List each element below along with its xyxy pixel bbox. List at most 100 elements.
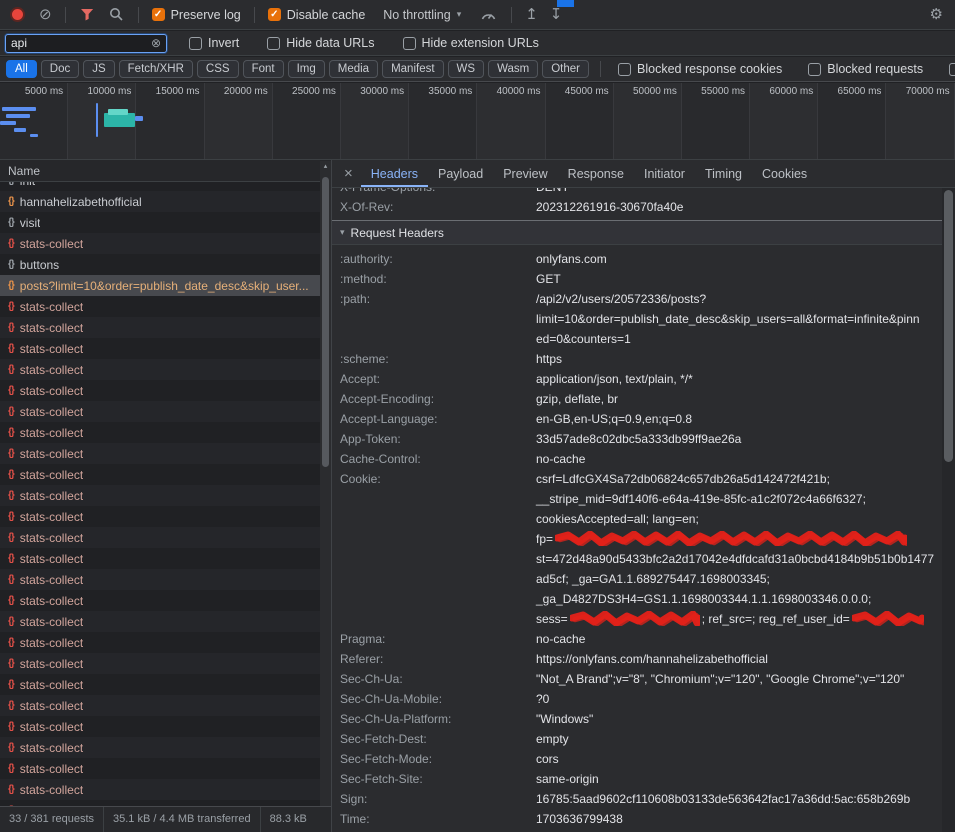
record-button[interactable] — [12, 9, 23, 20]
header-value-text: cookiesAccepted=all; lang=en; — [536, 512, 699, 526]
request-row[interactable]: {}stats-collect — [0, 695, 331, 716]
request-row[interactable]: {}stats-collect — [0, 737, 331, 758]
settings-gear-icon[interactable]: ⚙ — [930, 7, 943, 22]
filter-input[interactable]: api ⊗ — [5, 34, 167, 53]
request-row[interactable]: {}stats-collect — [0, 359, 331, 380]
request-row[interactable]: {}stats-collect — [0, 443, 331, 464]
waterfall-overview[interactable]: 5000 ms10000 ms15000 ms20000 ms25000 ms3… — [0, 83, 955, 160]
tab-cookies[interactable]: Cookies — [752, 160, 817, 187]
type-filter-all[interactable]: All — [6, 60, 37, 78]
type-filter-js[interactable]: JS — [83, 60, 114, 78]
request-row[interactable]: {}hannahelizabethofficial — [0, 191, 331, 212]
scrollbar-thumb[interactable] — [944, 190, 953, 462]
export-har-icon[interactable]: ↧ — [550, 7, 563, 22]
request-row[interactable]: {}stats-collect — [0, 338, 331, 359]
throttling-select[interactable]: No throttling ▾ — [383, 8, 461, 22]
request-row[interactable]: {}stats-collect — [0, 716, 331, 737]
tab-response[interactable]: Response — [558, 160, 634, 187]
request-row[interactable]: {}stats-collect — [0, 296, 331, 317]
hide-data-urls-toggle[interactable]: Hide data URLs — [267, 36, 374, 50]
request-row[interactable]: {}buttons — [0, 254, 331, 275]
request-row[interactable]: {}stats-collect — [0, 506, 331, 527]
checkbox-unchecked-icon[interactable] — [403, 37, 416, 50]
network-conditions-icon[interactable] — [480, 8, 497, 21]
request-name: stats-collect — [20, 363, 83, 377]
clear-icon[interactable]: ⊘ — [39, 7, 52, 22]
type-filter-img[interactable]: Img — [288, 60, 325, 78]
type-filter-font[interactable]: Font — [243, 60, 284, 78]
name-column-header[interactable]: Name — [0, 160, 331, 182]
search-icon[interactable] — [109, 7, 124, 22]
type-filter-css[interactable]: CSS — [197, 60, 239, 78]
blocked-requests-toggle[interactable]: Blocked requests — [808, 62, 923, 76]
type-filter-media[interactable]: Media — [329, 60, 378, 78]
header-value: csrf=LdfcGX4Sa72db06824c657db26a5d142472… — [536, 469, 934, 629]
request-row[interactable]: {}stats-collect — [0, 527, 331, 548]
tab-preview[interactable]: Preview — [493, 160, 557, 187]
blocked-response-cookies-toggle[interactable]: Blocked response cookies — [618, 62, 782, 76]
request-row[interactable]: {}stats-collect — [0, 422, 331, 443]
request-list-scrollbar[interactable]: ▴ — [320, 161, 331, 806]
import-har-icon[interactable]: ↥ — [525, 7, 538, 22]
header-value-text: 16785:5aad9602cf110608b03133de563642fac1… — [536, 792, 910, 806]
request-row[interactable]: {}stats-collect — [0, 233, 331, 254]
type-filter-ws[interactable]: WS — [448, 60, 485, 78]
invert-toggle[interactable]: Invert — [189, 36, 239, 50]
checkbox-unchecked-icon[interactable] — [618, 63, 631, 76]
request-row[interactable]: {}stats-collect — [0, 401, 331, 422]
request-row[interactable]: {}stats-collect — [0, 317, 331, 338]
json-braces-icon: {} — [8, 637, 14, 648]
request-row[interactable]: {}posts?limit=10&order=publish_date_desc… — [0, 275, 331, 296]
header-row: Sec-Fetch-Site:same-origin — [332, 769, 942, 789]
tab-initiator[interactable]: Initiator — [634, 160, 695, 187]
json-braces-icon: {} — [8, 301, 14, 312]
request-row[interactable]: {}stats-collect — [0, 464, 331, 485]
header-value-text: 33d57ade8c02dbc5a333db99ff9ae26a — [536, 432, 741, 446]
checkbox-unchecked-icon[interactable] — [267, 37, 280, 50]
request-row[interactable]: {}stats-collect — [0, 485, 331, 506]
tab-headers[interactable]: Headers — [361, 160, 428, 187]
request-row[interactable]: {}stats-collect — [0, 548, 331, 569]
header-name: Sec-Fetch-Dest: — [340, 729, 536, 749]
tab-payload[interactable]: Payload — [428, 160, 493, 187]
request-row[interactable]: {}stats-collect — [0, 632, 331, 653]
checkbox-checked-icon[interactable]: ✓ — [268, 8, 281, 21]
request-row[interactable]: {}stats-collect — [0, 758, 331, 779]
checkbox-unchecked-icon[interactable] — [808, 63, 821, 76]
request-row[interactable]: {}stats-collect — [0, 674, 331, 695]
request-row[interactable]: {}stats-collect — [0, 653, 331, 674]
header-value-text: "Windows" — [536, 712, 593, 726]
header-value-text: __stripe_mid=9df140f6-e64a-419e-85fc-a1c… — [536, 492, 866, 506]
type-filter-fetch-xhr[interactable]: Fetch/XHR — [119, 60, 193, 78]
checkbox-unchecked-icon[interactable] — [949, 63, 955, 76]
close-icon[interactable]: × — [344, 165, 353, 182]
type-filter-doc[interactable]: Doc — [41, 60, 79, 78]
3rd-party-requests-toggle[interactable]: 3rd-party requests — [949, 62, 955, 76]
scroll-up-icon[interactable]: ▴ — [320, 161, 331, 173]
header-name: Pragma: — [340, 629, 536, 649]
request-row[interactable]: {}stats-collect — [0, 779, 331, 800]
request-row[interactable]: {}stats-collect — [0, 611, 331, 632]
header-value: 202312261916-30670fa40e — [536, 197, 683, 217]
tab-timing[interactable]: Timing — [695, 160, 752, 187]
checkbox-unchecked-icon[interactable] — [189, 37, 202, 50]
type-filter-manifest[interactable]: Manifest — [382, 60, 443, 78]
filter-funnel-icon[interactable] — [81, 9, 94, 21]
disable-cache-toggle[interactable]: ✓ Disable cache — [268, 8, 366, 22]
header-value: empty — [536, 729, 569, 749]
clear-filter-icon[interactable]: ⊗ — [151, 36, 161, 50]
request-row[interactable]: {}visit — [0, 212, 331, 233]
request-row[interactable]: {}stats-collect — [0, 380, 331, 401]
hide-extension-urls-toggle[interactable]: Hide extension URLs — [403, 36, 539, 50]
type-filter-wasm[interactable]: Wasm — [488, 60, 538, 78]
scrollbar-thumb[interactable] — [322, 177, 329, 467]
preserve-log-toggle[interactable]: ✓ Preserve log — [152, 8, 241, 22]
request-row[interactable]: {}stats-collect — [0, 569, 331, 590]
request-row[interactable]: {}init — [0, 182, 331, 191]
request-headers-section[interactable]: ▾ Request Headers — [332, 221, 942, 245]
header-value: https — [536, 349, 562, 369]
type-filter-other[interactable]: Other — [542, 60, 589, 78]
request-row[interactable]: {}stats-collect — [0, 590, 331, 611]
checkbox-checked-icon[interactable]: ✓ — [152, 8, 165, 21]
details-scrollbar[interactable] — [942, 188, 955, 832]
